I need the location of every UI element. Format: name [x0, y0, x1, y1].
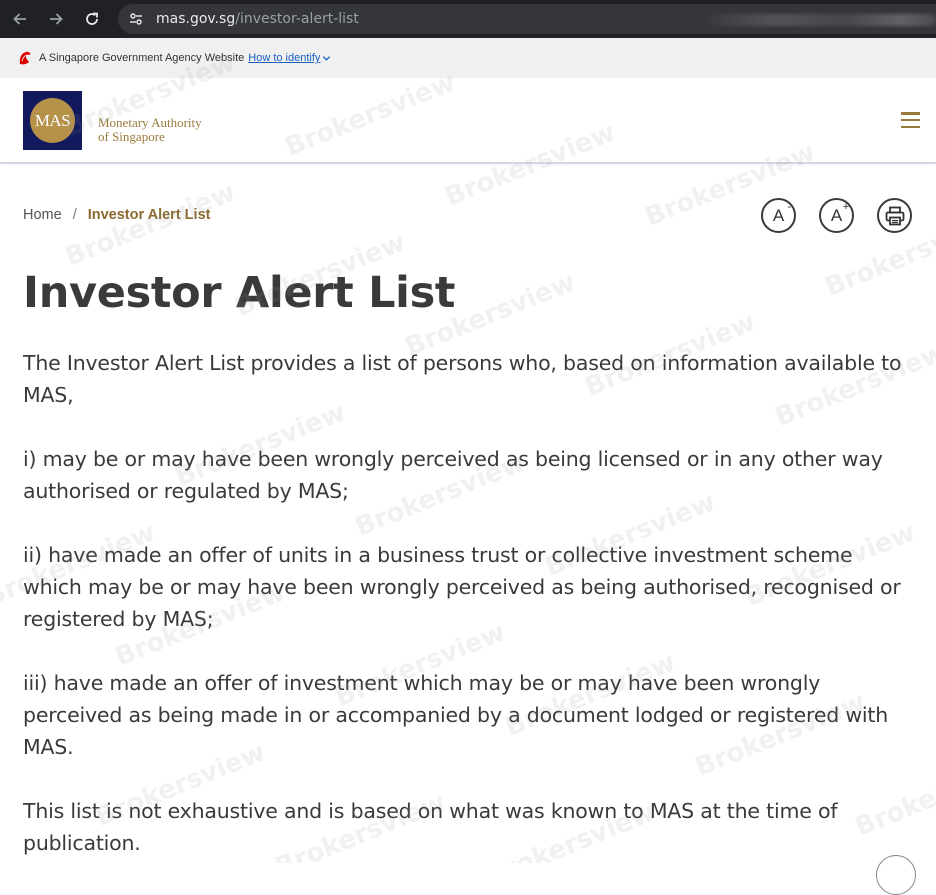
breadcrumb: Home / Investor Alert List	[23, 207, 210, 223]
arrow-right-icon	[50, 13, 63, 25]
print-button[interactable]	[877, 198, 912, 233]
printer-icon	[885, 206, 904, 225]
org-name-line1: Monetary Authority	[98, 115, 202, 130]
disclaimer-paragraph: This list is not exhaustive and is based…	[23, 799, 838, 855]
increase-font-letter: A	[830, 205, 843, 225]
increase-font-icon: A +	[830, 201, 849, 226]
mas-logo[interactable]: MAS	[23, 91, 82, 150]
arrow-left-icon	[13, 13, 26, 25]
browser-toolbar: mas.gov.sg/investor-alert-list	[0, 0, 936, 38]
decrease-font-sign: -	[787, 200, 792, 213]
intro-paragraph: The Investor Alert List provides a list …	[23, 351, 902, 407]
mas-logo-emblem: MAS	[30, 98, 75, 143]
forward-button[interactable]	[46, 9, 66, 29]
reload-icon	[86, 12, 98, 25]
site-info-icon[interactable]	[126, 9, 146, 29]
url-host: mas.gov.sg	[156, 11, 236, 27]
url-text: mas.gov.sg/investor-alert-list	[156, 11, 359, 27]
address-bar[interactable]: mas.gov.sg/investor-alert-list	[118, 4, 936, 34]
chevron-down-icon[interactable]	[322, 54, 331, 63]
increase-font-sign: +	[842, 200, 850, 213]
increase-font-button[interactable]: A +	[819, 198, 854, 233]
how-to-identify-link[interactable]: How to identify	[248, 52, 320, 64]
org-name[interactable]: Monetary Authority of Singapore	[98, 116, 202, 144]
breadcrumb-home-link[interactable]: Home	[23, 207, 62, 223]
decrease-font-button[interactable]: A-	[761, 198, 796, 233]
page-title: Investor Alert List	[23, 268, 456, 318]
main-content: The Investor Alert List provides a list …	[23, 347, 913, 891]
criteria-item-1: i) may be or may have been wrongly perce…	[23, 447, 883, 503]
gov-masthead: A Singapore Government Agency Website Ho…	[0, 38, 936, 78]
redacted-area	[706, 14, 936, 26]
back-button[interactable]	[10, 9, 30, 29]
decrease-font-icon: A-	[772, 201, 791, 226]
criteria-item-2: ii) have made an offer of units in a bus…	[23, 543, 901, 631]
breadcrumb-separator: /	[72, 207, 77, 223]
site-header: MAS Monetary Authority of Singapore	[0, 78, 936, 164]
breadcrumb-current: Investor Alert List	[87, 207, 211, 223]
criteria-item-3: iii) have made an offer of investment wh…	[23, 671, 889, 759]
decrease-font-letter: A	[772, 205, 785, 225]
reload-button[interactable]	[82, 9, 102, 29]
watermark-text: Brokersview	[60, 177, 240, 273]
url-path: /investor-alert-list	[235, 11, 359, 27]
back-to-top-button[interactable]	[876, 855, 916, 895]
lion-head-icon	[17, 50, 33, 66]
hamburger-menu-icon[interactable]	[901, 112, 920, 128]
gov-banner-text: A Singapore Government Agency Website	[39, 52, 245, 64]
org-name-line2: of Singapore	[98, 129, 165, 144]
